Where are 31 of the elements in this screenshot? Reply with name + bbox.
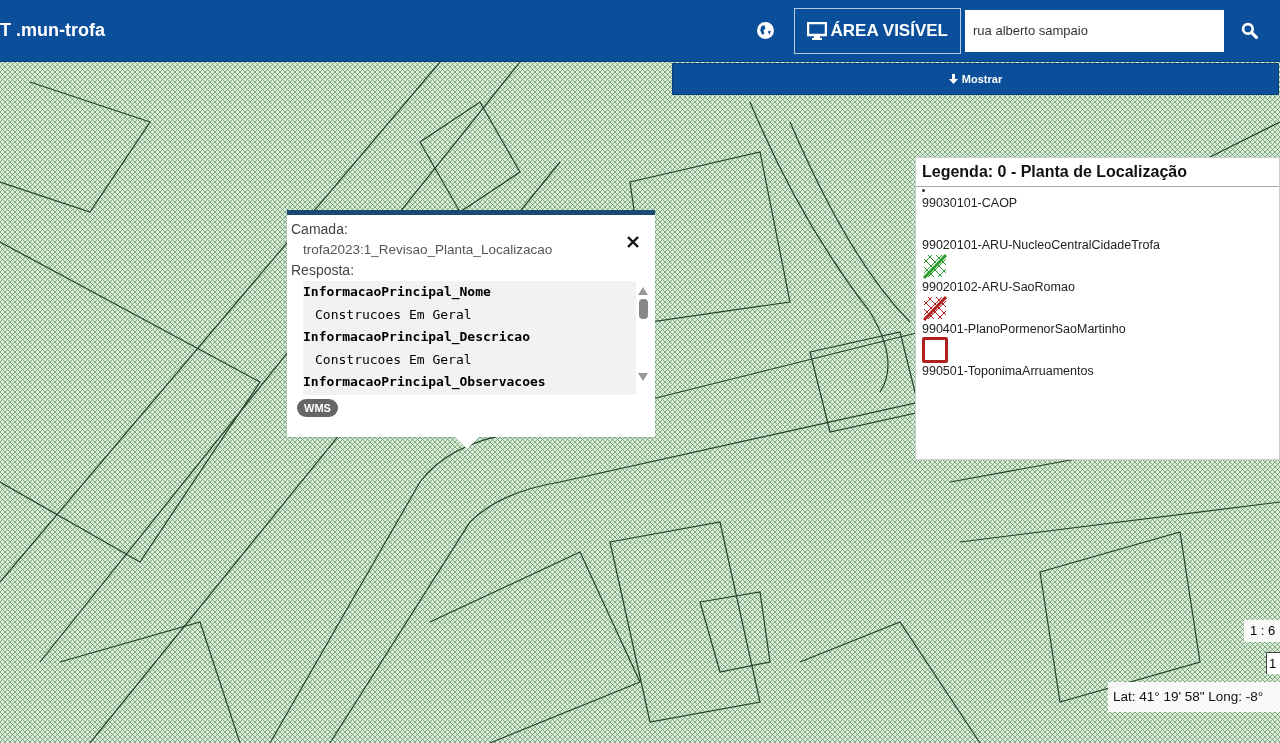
toggle-label: Mostrar	[961, 71, 1003, 87]
scrollbar-thumb[interactable]	[638, 299, 648, 320]
scale-box: 1	[1266, 652, 1280, 674]
arrow-down-icon	[948, 74, 958, 84]
monitor-icon	[806, 21, 827, 40]
legend-label: 99020101-ARU-NucleoCentralCidadeTrofa	[922, 237, 1160, 253]
scroll-up-icon[interactable]	[638, 287, 648, 296]
legend-label: 990501-ToponimaArruamentos	[922, 363, 1094, 379]
scroll-down-icon[interactable]	[638, 373, 648, 382]
legend-label: 990401-PlanoPormenorSaoMartinho	[922, 321, 1126, 337]
scale-label: 1 : 6	[1244, 620, 1280, 642]
search-icon[interactable]	[1241, 22, 1258, 39]
field-name: InformacaoPrincipal_Nome	[303, 283, 491, 302]
legend-label: 99030101-CAOP	[922, 195, 1018, 211]
legend-title: Legenda: 0 - Planta de Localização	[916, 158, 1279, 187]
field-value: Construcoes Em Geral	[314, 350, 472, 369]
field-name: InformacaoPrincipal_Observacoes	[303, 373, 546, 392]
legend-label: 99020102-ARU-SaoRomao	[922, 279, 1075, 295]
layer-label: Camada:	[291, 220, 349, 239]
field-name: InformacaoPrincipal_Descricao	[303, 328, 530, 347]
coordinates-label: Lat: 41° 19' 58" Long: -8°	[1108, 682, 1280, 712]
search-field[interactable]: rua alberto sampaio	[965, 9, 1224, 52]
toggle-bar[interactable]: Mostrar	[672, 63, 1279, 95]
close-icon[interactable]	[627, 236, 639, 248]
wms-badge: WMS	[297, 399, 338, 418]
visible-area-button[interactable]: ÁREA VISÍVEL	[793, 7, 961, 54]
field-value: Construcoes Em Geral	[314, 305, 472, 324]
response-label: Resposta:	[291, 261, 356, 281]
globe-icon[interactable]	[756, 22, 774, 39]
layer-name: trofa2023:1_Revisao_Planta_Localizacao	[302, 241, 553, 259]
app-title: T .mun-trofa	[0, 19, 105, 42]
